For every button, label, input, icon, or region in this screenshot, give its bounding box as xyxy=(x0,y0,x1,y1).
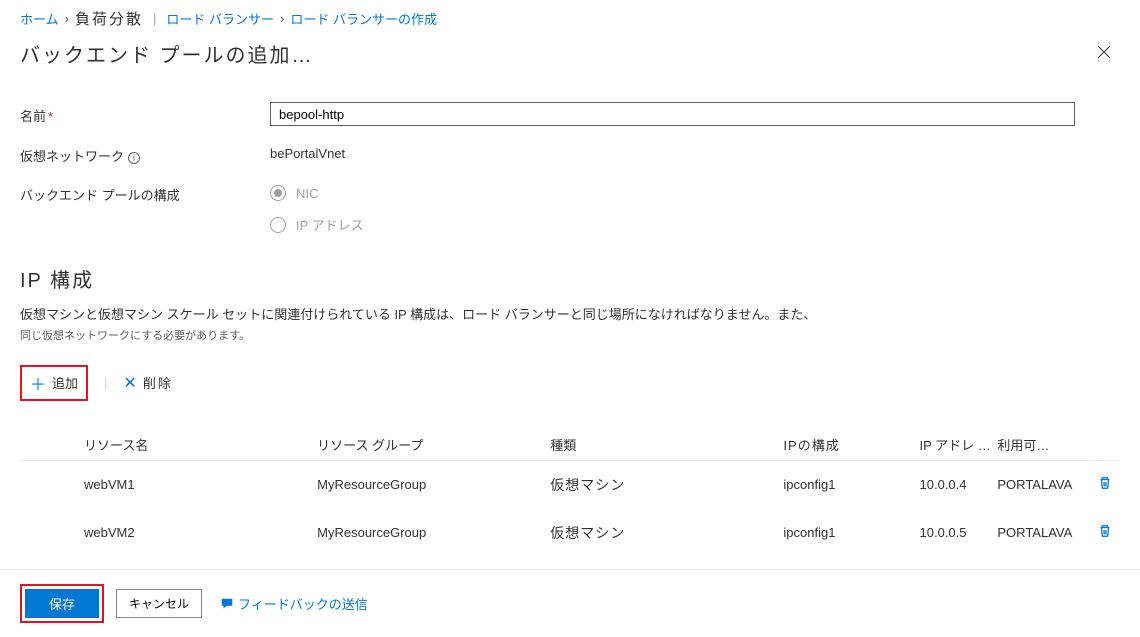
feedback-link[interactable]: フィードバックの送信 xyxy=(220,594,368,613)
breadcrumb-lb[interactable]: ロード バランサー xyxy=(166,9,274,28)
close-icon: ✕ xyxy=(123,373,136,393)
add-button[interactable]: ＋ 追加 xyxy=(20,365,88,401)
vnet-label: 仮想ネットワークi xyxy=(20,142,270,165)
radio-icon xyxy=(270,185,286,201)
table-row[interactable]: webVM1 MyResourceGroup 仮想マシン ipconfig1 1… xyxy=(20,461,1120,509)
separator-bar: | xyxy=(153,11,156,26)
save-button[interactable]: 保存 xyxy=(25,589,99,618)
toolbar: ＋ 追加 | ✕ 削除 xyxy=(20,365,1120,401)
th-type[interactable]: 種類 xyxy=(546,435,779,454)
plus-icon: ＋ xyxy=(30,371,46,395)
radio-icon xyxy=(270,217,286,233)
form: 名前* 仮想ネットワークi bePortalVnet バックエンド プールの構成… xyxy=(20,102,1120,248)
th-name[interactable]: リソース名 xyxy=(80,435,313,454)
ip-section-desc: 仮想マシンと仮想マシン スケール セットに関連付けられている IP 構成は、ロー… xyxy=(20,305,1120,325)
save-highlight: 保存 xyxy=(20,584,104,623)
breadcrumb-head: 負荷分散 xyxy=(75,8,143,29)
page-title: バックエンド プールの追加… xyxy=(20,39,1120,68)
close-button[interactable] xyxy=(1096,44,1116,64)
ip-section-title: IP 構成 xyxy=(20,264,1120,293)
name-label: 名前* xyxy=(20,102,270,125)
radio-ip: IP アドレス xyxy=(270,215,1120,234)
th-rg[interactable]: リソース グループ xyxy=(313,435,546,454)
cancel-button[interactable]: キャンセル xyxy=(116,589,202,618)
feedback-icon xyxy=(220,597,234,611)
name-input[interactable] xyxy=(270,102,1075,126)
ip-table: リソース名 リソース グループ 種類 IPの構成 IP アドレ … 利用可… w… xyxy=(20,429,1120,557)
separator: | xyxy=(104,375,107,390)
table-header: リソース名 リソース グループ 種類 IPの構成 IP アドレ … 利用可… xyxy=(20,429,1120,461)
footer: 保存 キャンセル フィードバックの送信 xyxy=(0,569,1140,637)
radio-nic: NIC xyxy=(270,185,1120,201)
config-label: バックエンド プールの構成 xyxy=(20,181,270,204)
breadcrumb-home[interactable]: ホーム xyxy=(20,9,59,28)
ip-section-desc2: 同じ仮想ネットワークにする必要があります。 xyxy=(20,327,1120,343)
th-ipa[interactable]: IP アドレ … xyxy=(916,435,994,454)
chevron-right-icon: › xyxy=(280,11,284,26)
delete-row-button[interactable] xyxy=(1091,476,1120,493)
th-net[interactable]: 利用可… xyxy=(993,435,1090,454)
vnet-value: bePortalVnet xyxy=(270,142,1120,161)
info-icon[interactable]: i xyxy=(128,152,140,164)
delete-row-button[interactable] xyxy=(1091,524,1120,541)
th-ipc[interactable]: IPの構成 xyxy=(779,435,915,454)
breadcrumb-create[interactable]: ロード バランサーの作成 xyxy=(290,9,437,28)
config-radio-group: NIC IP アドレス xyxy=(270,181,1120,234)
delete-button[interactable]: ✕ 削除 xyxy=(123,373,172,393)
breadcrumb: ホーム › 負荷分散 | ロード バランサー › ロード バランサーの作成 xyxy=(20,8,1120,29)
table-row[interactable]: webVM2 MyResourceGroup 仮想マシン ipconfig1 1… xyxy=(20,509,1120,557)
chevron-right-icon: › xyxy=(65,11,69,26)
